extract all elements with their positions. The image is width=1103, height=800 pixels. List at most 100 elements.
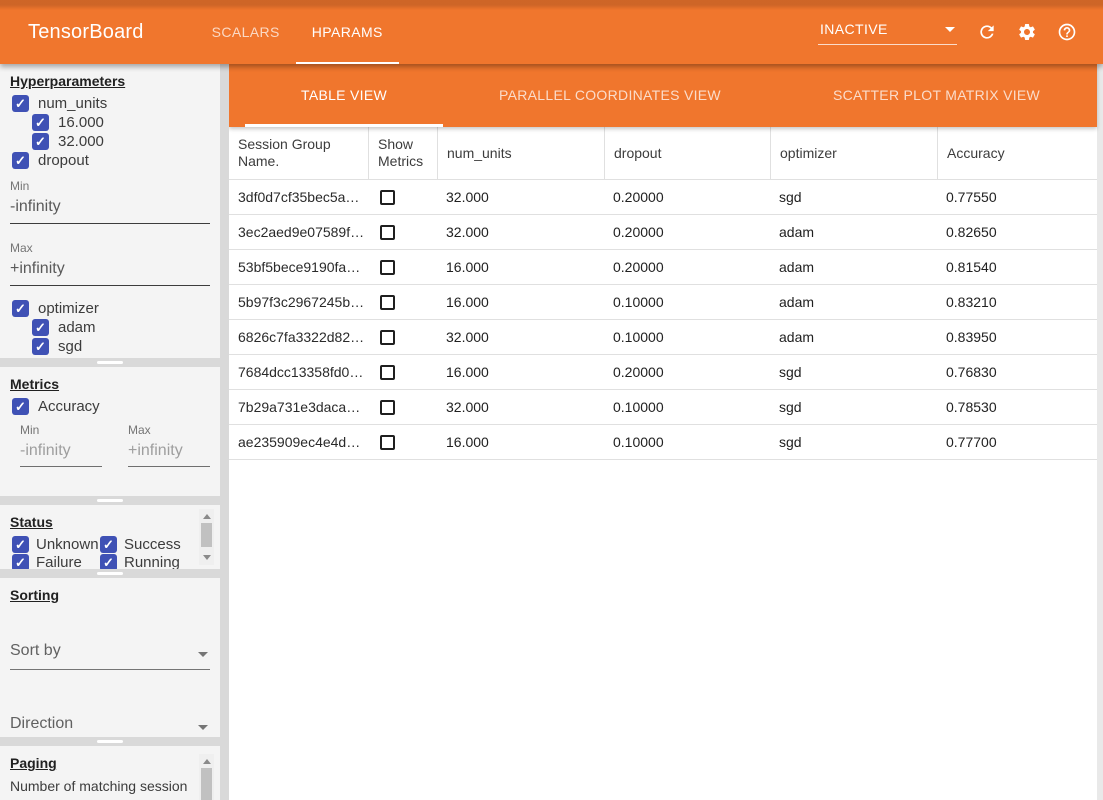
optimizer-checkbox[interactable] <box>12 300 29 317</box>
scrollbar-thumb[interactable] <box>201 768 212 800</box>
dropout-value: 0.20000 <box>604 250 770 284</box>
dropout-max-label: Max <box>10 241 210 255</box>
show-metrics-checkbox[interactable] <box>380 295 395 310</box>
show-metrics-checkbox[interactable] <box>380 400 395 415</box>
accuracy-value: 0.77550 <box>937 180 1097 214</box>
splitter-handle[interactable] <box>0 737 220 746</box>
session-group-name: 3df0d7cf35bec5a… <box>229 180 368 214</box>
session-group-name: 6826c7fa3322d82… <box>229 320 368 354</box>
reload-interval-select[interactable]: INACTIVE <box>818 19 957 45</box>
status-success-row[interactable]: Success <box>100 536 190 553</box>
status-failure-checkbox[interactable] <box>12 554 29 569</box>
header-show-metrics[interactable]: Show Metrics <box>368 127 437 179</box>
status-success-checkbox[interactable] <box>100 536 117 553</box>
accuracy-label: Accuracy <box>38 398 100 415</box>
splitter-handle[interactable] <box>0 569 220 578</box>
optimizer-value: adam <box>770 250 937 284</box>
optimizer-sgd-checkbox[interactable] <box>32 338 49 355</box>
hparam-num-units-row[interactable]: num_units <box>12 95 220 112</box>
tab-scalars[interactable]: SCALARS <box>196 0 296 64</box>
status-running-row[interactable]: Running <box>100 554 190 569</box>
optimizer-value-row[interactable]: adam <box>32 319 220 336</box>
hparam-optimizer-row[interactable]: optimizer <box>12 300 220 317</box>
num-units-value-row[interactable]: 32.000 <box>32 133 220 150</box>
num-units-value: 16.000 <box>437 250 604 284</box>
num-units-label: num_units <box>38 95 107 112</box>
dropout-value: 0.10000 <box>604 390 770 424</box>
show-metrics-checkbox[interactable] <box>380 225 395 240</box>
optimizer-adam-label: adam <box>58 319 96 336</box>
num-units-16-checkbox[interactable] <box>32 114 49 131</box>
scroll-up-icon[interactable] <box>203 759 211 764</box>
help-icon[interactable] <box>1057 22 1077 42</box>
num-units-value: 16.000 <box>437 355 604 389</box>
metric-accuracy-row[interactable]: Accuracy <box>12 398 220 415</box>
metrics-max-input[interactable] <box>128 440 210 467</box>
chevron-down-icon <box>198 652 208 657</box>
hparam-dropout-row[interactable]: dropout <box>12 152 220 169</box>
status-running-checkbox[interactable] <box>100 554 117 569</box>
status-unknown-checkbox[interactable] <box>12 536 29 553</box>
show-metrics-checkbox[interactable] <box>380 330 395 345</box>
tab-table-view[interactable]: TABLE VIEW <box>245 64 443 127</box>
tab-hparams[interactable]: HPARAMS <box>296 0 399 64</box>
optimizer-value: sgd <box>770 425 937 459</box>
sorting-panel: Sorting Sort by Direction <box>0 578 220 737</box>
main-scrollbar-track[interactable] <box>1097 64 1103 800</box>
header-dropout[interactable]: dropout <box>604 127 770 179</box>
metrics-min-input[interactable] <box>20 440 102 467</box>
num-units-32-checkbox[interactable] <box>32 133 49 150</box>
scrollbar-thumb[interactable] <box>201 523 212 547</box>
num-units-value: 32.000 <box>437 180 604 214</box>
header-accuracy[interactable]: Accuracy <box>937 127 1097 179</box>
paging-scrollbar[interactable] <box>199 754 214 800</box>
show-metrics-checkbox[interactable] <box>380 260 395 275</box>
sort-by-select[interactable]: Sort by <box>10 639 210 670</box>
num-units-value: 32.000 <box>437 215 604 249</box>
optimizer-adam-checkbox[interactable] <box>32 319 49 336</box>
tab-scatter-plot-matrix-view[interactable]: SCATTER PLOT MATRIX VIEW <box>777 64 1096 127</box>
status-scrollbar[interactable] <box>199 509 214 565</box>
header-num-units[interactable]: num_units <box>437 127 604 179</box>
dropout-value: 0.10000 <box>604 320 770 354</box>
show-metrics-checkbox[interactable] <box>380 435 395 450</box>
dropout-max-input[interactable] <box>10 258 210 286</box>
accuracy-checkbox[interactable] <box>12 398 29 415</box>
status-unknown-row[interactable]: Unknown <box>12 536 100 553</box>
refresh-icon[interactable] <box>977 22 997 42</box>
app-title: TensorBoard <box>28 21 144 44</box>
show-metrics-checkbox[interactable] <box>380 365 395 380</box>
tab-parallel-coordinates-view[interactable]: PARALLEL COORDINATES VIEW <box>443 64 777 127</box>
main-pane: TABLE VIEW PARALLEL COORDINATES VIEW SCA… <box>229 64 1103 800</box>
table-row: 5b97f3c2967245b… 16.000 0.10000 adam 0.8… <box>229 285 1097 320</box>
show-metrics-checkbox[interactable] <box>380 190 395 205</box>
num-units-checkbox[interactable] <box>12 95 29 112</box>
status-success-label: Success <box>124 536 181 553</box>
session-group-name: 5b97f3c2967245b… <box>229 285 368 319</box>
settings-icon[interactable] <box>1017 22 1037 42</box>
splitter-handle[interactable] <box>0 358 220 367</box>
dropout-value: 0.10000 <box>604 425 770 459</box>
dropout-value: 0.10000 <box>604 285 770 319</box>
direction-select[interactable]: Direction <box>10 712 210 737</box>
header-optimizer[interactable]: optimizer <box>770 127 937 179</box>
splitter-handle[interactable] <box>0 496 220 505</box>
scroll-down-icon[interactable] <box>203 555 211 560</box>
dropout-value: 0.20000 <box>604 355 770 389</box>
metrics-min-label: Min <box>20 423 102 437</box>
scroll-up-icon[interactable] <box>203 514 211 519</box>
dropout-min-input[interactable] <box>10 196 210 224</box>
num-units-value: 32.000 <box>437 390 604 424</box>
metrics-max-field-block: Max <box>128 423 210 467</box>
table-row: 3ec2aed9e07589f… 32.000 0.20000 adam 0.8… <box>229 215 1097 250</box>
table-row: 7b29a731e3daca… 32.000 0.10000 sgd 0.785… <box>229 390 1097 425</box>
num-units-value-row[interactable]: 16.000 <box>32 114 220 131</box>
status-failure-row[interactable]: Failure <box>12 554 100 569</box>
optimizer-value-row[interactable]: sgd <box>32 338 220 355</box>
dropout-checkbox[interactable] <box>12 152 29 169</box>
toolbar: TensorBoard SCALARS HPARAMS INACTIVE <box>0 0 1103 64</box>
header-session-group-name[interactable]: Session Group Name. <box>229 127 368 179</box>
sorting-heading: Sorting <box>10 587 220 603</box>
metrics-max-label: Max <box>128 423 210 437</box>
optimizer-value: adam <box>770 285 937 319</box>
